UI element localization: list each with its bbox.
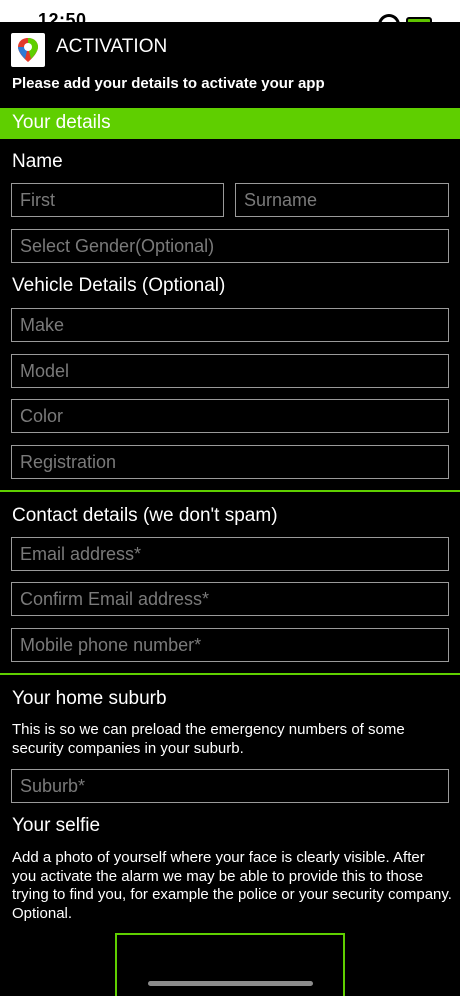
home-indicator: [148, 981, 313, 986]
your-details-banner: Your details: [0, 108, 460, 139]
home-suburb-label: Your home suburb: [12, 688, 167, 709]
vehicle-registration-input[interactable]: [11, 445, 449, 479]
suburb-input[interactable]: [11, 769, 449, 803]
vehicle-details-label: Vehicle Details (Optional): [12, 275, 226, 296]
page-title: ACTIVATION: [56, 36, 168, 57]
contact-details-label: Contact details (we don't spam): [12, 505, 278, 526]
app-header: ACTIVATION: [0, 22, 460, 70]
section-divider: [0, 490, 460, 492]
intro-text: Please add your details to activate your…: [12, 75, 325, 92]
suburb-help-text: This is so we can preload the emergency …: [12, 721, 405, 757]
name-label: Name: [12, 151, 63, 172]
selfie-help-text: Add a photo of yourself where your face …: [12, 849, 452, 922]
vehicle-color-input[interactable]: [11, 399, 449, 433]
email-input[interactable]: [11, 537, 449, 571]
confirm-email-input[interactable]: [11, 582, 449, 616]
app-logo-icon: [11, 33, 45, 67]
surname-input[interactable]: [235, 183, 449, 217]
your-details-heading: Your details: [12, 112, 111, 133]
section-divider: [0, 673, 460, 675]
status-icons: [378, 14, 432, 22]
status-bar: 12:50: [0, 0, 460, 22]
gender-select[interactable]: [11, 229, 449, 263]
vehicle-model-input[interactable]: [11, 354, 449, 388]
wifi-icon: [378, 14, 400, 22]
vehicle-make-input[interactable]: [11, 308, 449, 342]
first-name-input[interactable]: [11, 183, 224, 217]
mobile-phone-input[interactable]: [11, 628, 449, 662]
selfie-photo-button[interactable]: [115, 933, 345, 996]
selfie-label: Your selfie: [12, 815, 101, 836]
status-time: 12:50: [38, 10, 87, 22]
